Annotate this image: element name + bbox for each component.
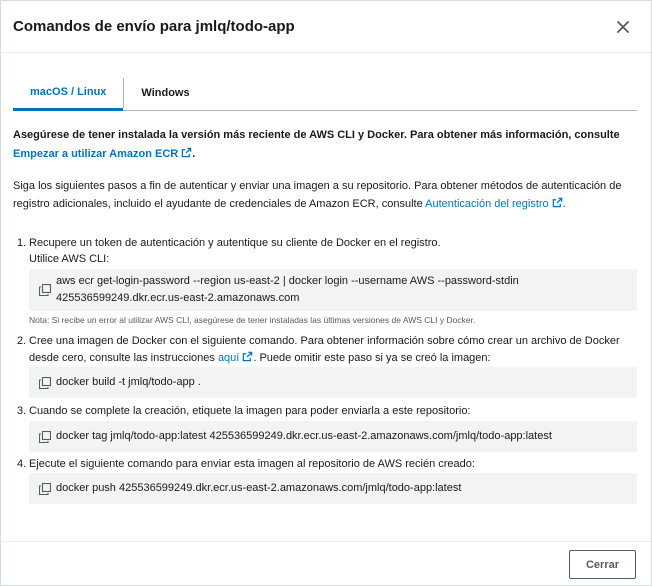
step-text-end: . Puede omitir este paso si ya se creó l… [253,352,491,364]
intro-text: Asegúrese de tener instalada la versión … [13,129,620,141]
copy-icon[interactable] [39,483,51,495]
step-text: Cuando se complete la creación, etiquete… [29,405,471,417]
copy-icon[interactable] [39,377,51,389]
modal-footer: Cerrar [1,541,651,586]
code-block-build[interactable]: docker build -t jmlq/todo-app . [29,367,637,398]
registry-auth-link[interactable]: Autenticación del registro [425,197,563,210]
step-text: Recupere un token de autenticación y aut… [29,237,441,249]
code-line: 425536599249.dkr.ecr.us-east-2.amazonaws… [56,292,300,304]
steps-intro-suffix: . [562,198,566,210]
step-text: Ejecute el siguiente comando para enviar… [29,458,475,470]
getting-started-link[interactable]: Empezar a utilizar Amazon ECR [13,147,192,160]
close-button[interactable] [611,15,635,39]
step-4: 4. Ejecute el siguiente comando para env… [17,456,637,472]
steps-intro-paragraph: Siga los siguientes pasos a fin de auten… [13,177,637,213]
intro-suffix: . [192,148,196,160]
close-icon [617,20,629,33]
push-commands-modal: Comandos de envío para jmlq/todo-app mac… [0,0,652,586]
step-subtext: Utilice AWS CLI: [29,253,110,265]
code-line: docker build -t jmlq/todo-app . [56,376,201,388]
code-block-login[interactable]: aws ecr get-login-password --region us-e… [29,269,637,311]
step-number: 3. [17,405,27,417]
code-line: docker tag jmlq/todo-app:latest 42553659… [56,430,552,442]
step-number: 2. [17,335,27,347]
copy-icon[interactable] [39,284,51,296]
os-tabs: macOS / Linux Windows [13,75,637,111]
tab-macos-linux[interactable]: macOS / Linux [13,75,124,111]
external-link-icon [243,351,253,362]
instructions-link[interactable]: aquí [218,351,253,364]
step-3: 3. Cuando se complete la creación, etiqu… [17,403,637,419]
modal-title: Comandos de envío para jmlq/todo-app [13,18,295,35]
close-modal-button[interactable]: Cerrar [569,550,636,579]
step-1: 1. Recupere un token de autenticación y … [17,235,637,267]
external-link-icon [181,147,192,158]
code-line: aws ecr get-login-password --region us-e… [56,275,519,287]
step-2: 2. Cree una imagen de Docker con el sigu… [17,333,637,367]
step-number: 4. [17,458,27,470]
code-line: docker push 425536599249.dkr.ecr.us-east… [56,482,462,494]
step-number: 1. [17,237,27,249]
tab-windows[interactable]: Windows [124,75,206,111]
code-block-tag[interactable]: docker tag jmlq/todo-app:latest 42553659… [29,421,637,452]
modal-header: Comandos de envío para jmlq/todo-app [1,1,651,53]
code-block-push[interactable]: docker push 425536599249.dkr.ecr.us-east… [29,473,637,504]
intro-paragraph: Asegúrese de tener instalada la versión … [13,126,637,164]
external-link-icon [552,197,562,208]
copy-icon[interactable] [39,431,51,443]
cli-note: Nota: Si recibe un error al utilizar AWS… [29,315,476,325]
